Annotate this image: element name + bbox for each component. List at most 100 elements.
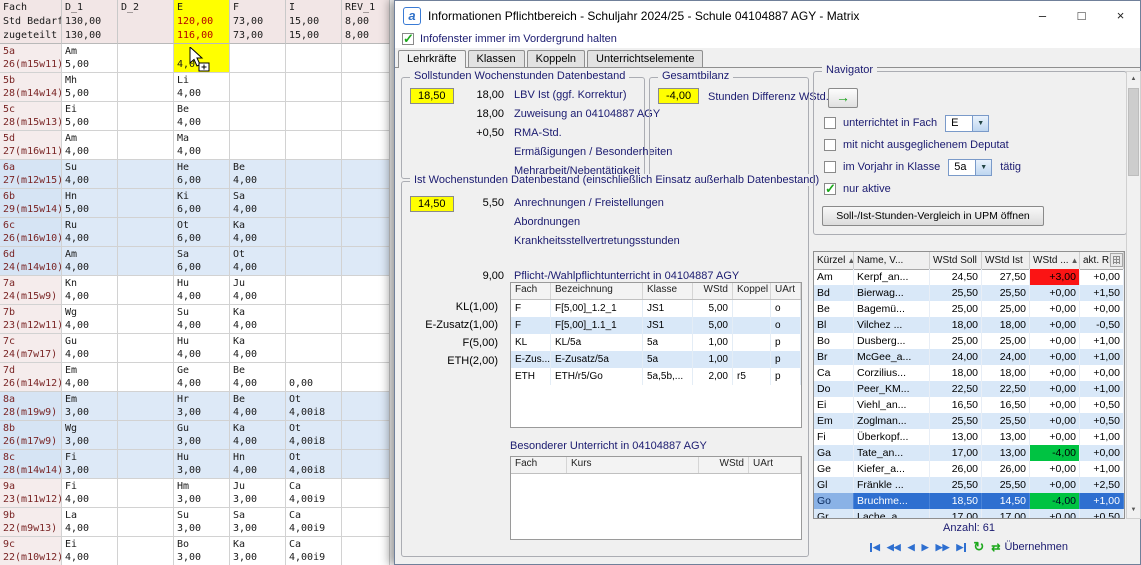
matrix-cell[interactable]: Hn 5,00	[62, 189, 118, 218]
matrix-cell[interactable]: Ju 3,00	[230, 479, 286, 508]
matrix-cell[interactable]	[286, 305, 342, 334]
teacher-row[interactable]: Bl Vilchez ... 18,00 18,00 +0,00 -0,50	[814, 317, 1124, 333]
teacher-row[interactable]: Em Zoglman... 25,50 25,50 +0,00 +0,50	[814, 413, 1124, 429]
always-on-top-checkbox[interactable]	[402, 33, 414, 45]
matrix-cell[interactable]	[342, 479, 390, 508]
matrix-cell[interactable]: Su 3,00	[174, 508, 230, 537]
matrix-cell[interactable]: Hu 4,00	[174, 334, 230, 363]
matrix-cell[interactable]	[118, 508, 174, 537]
filter-combobox[interactable]: 5a ▼	[948, 159, 992, 176]
unterricht-row[interactable]: F F[5,00]_1.2_1 JS1 5,00 o	[511, 300, 801, 317]
filter-combobox[interactable]: E ▼	[945, 115, 989, 132]
class-cell[interactable]: 7b 23(m12w11)	[0, 305, 62, 334]
class-cell[interactable]: 5a 26(m15w11)	[0, 44, 62, 73]
matrix-cell[interactable]: Hu 4,00	[174, 276, 230, 305]
matrix-cell[interactable]	[118, 160, 174, 189]
matrix-cell[interactable]: Wg 4,00	[62, 305, 118, 334]
unterricht-row[interactable]: E-Zus... E-Zusatz/5a 5a 1,00 p	[511, 351, 801, 368]
scroll-down-icon[interactable]: ▼	[1127, 503, 1140, 518]
teacher-row[interactable]: Ca Corzilius... 18,00 18,00 +0,00 +0,00	[814, 365, 1124, 381]
matrix-cell[interactable]	[342, 392, 390, 421]
matrix-cell[interactable]	[342, 44, 390, 73]
chevron-down-icon[interactable]: ▼	[975, 160, 991, 175]
next-record-button[interactable]: ▶	[922, 542, 929, 553]
column-header[interactable]: WStd Soll	[930, 252, 982, 269]
apply-button[interactable]: ⇄ Übernehmen	[991, 541, 1068, 554]
matrix-cell[interactable]: Ka 4,00	[230, 218, 286, 247]
teacher-row[interactable]: Ge Kiefer_a... 26,00 26,00 +0,00 +1,00	[814, 461, 1124, 477]
teacher-row[interactable]: Gr Lache_a... 17,00 17,00 +0,00 +0,50	[814, 509, 1124, 518]
matrix-cell[interactable]: Hr 3,00	[174, 392, 230, 421]
filter-checkbox[interactable]	[824, 139, 836, 151]
class-cell[interactable]: 9a 23(m11w12)	[0, 479, 62, 508]
matrix-cell[interactable]	[286, 44, 342, 73]
matrix-cell[interactable]: Hm 3,00	[174, 479, 230, 508]
scroll-thumb[interactable]	[1128, 88, 1139, 176]
tab[interactable]: Koppeln	[527, 50, 585, 67]
matrix-cell[interactable]: Ot 4,00i8	[286, 392, 342, 421]
matrix-cell[interactable]	[118, 73, 174, 102]
matrix-cell[interactable]	[286, 102, 342, 131]
matrix-cell[interactable]: Be 4,00	[230, 160, 286, 189]
matrix-cell[interactable]	[118, 305, 174, 334]
matrix-cell[interactable]	[118, 421, 174, 450]
matrix-cell[interactable]: Ca 4,00i9	[286, 537, 342, 565]
matrix-cell[interactable]	[118, 479, 174, 508]
matrix-cell[interactable]	[118, 189, 174, 218]
teacher-row[interactable]: Fi Überkopf... 13,00 13,00 +0,00 +1,00	[814, 429, 1124, 445]
scroll-up-icon[interactable]: ▲	[1127, 72, 1140, 87]
matrix-cell[interactable]: Sa 3,00	[230, 508, 286, 537]
matrix-cell[interactable]	[118, 247, 174, 276]
minimize-button[interactable]: –	[1023, 1, 1062, 30]
matrix-cell[interactable]	[342, 305, 390, 334]
class-cell[interactable]: 8c 28(m14w14)	[0, 450, 62, 479]
matrix-cell[interactable]: Hu 3,00	[174, 450, 230, 479]
tab[interactable]: Klassen	[468, 50, 525, 67]
matrix-cell[interactable]: Fi 3,00	[62, 450, 118, 479]
matrix-cell[interactable]: He 6,00	[174, 160, 230, 189]
matrix-cell[interactable]	[230, 131, 286, 160]
prev-record-button[interactable]: ◀	[908, 542, 915, 553]
class-cell[interactable]: 5c 28(m15w13)	[0, 102, 62, 131]
matrix-cell[interactable]: Ca 4,00i9	[286, 508, 342, 537]
matrix-cell[interactable]: Sa 4,00	[230, 189, 286, 218]
matrix-cell[interactable]: Ma 4,00	[174, 131, 230, 160]
class-cell[interactable]: 8b 26(m17w9)	[0, 421, 62, 450]
matrix-cell[interactable]	[118, 131, 174, 160]
matrix-cell[interactable]: Ot 4,00	[230, 247, 286, 276]
class-cell[interactable]: 6d 24(m14w10)	[0, 247, 62, 276]
matrix-cell[interactable]	[342, 537, 390, 565]
matrix-cell[interactable]: Ka 4,00	[230, 305, 286, 334]
matrix-cell[interactable]: Ki 6,00	[174, 189, 230, 218]
matrix-cell[interactable]: Fi 4,00	[62, 479, 118, 508]
matrix-cell[interactable]: Ka 4,00	[230, 334, 286, 363]
matrix-cell[interactable]	[118, 218, 174, 247]
column-header[interactable]: Name, V...	[854, 252, 930, 269]
matrix-cell[interactable]	[342, 160, 390, 189]
matrix-cell[interactable]	[286, 131, 342, 160]
filter-checkbox[interactable]	[824, 183, 836, 195]
teacher-row[interactable]: Br McGee_a... 24,00 24,00 +0,00 +1,00	[814, 349, 1124, 365]
class-cell[interactable]: 6c 26(m16w10)	[0, 218, 62, 247]
matrix-cell[interactable]	[286, 189, 342, 218]
matrix-cell[interactable]	[286, 160, 342, 189]
soll-ist-compare-button[interactable]: Soll-/Ist-Stunden-Vergleich in UPM öffne…	[822, 206, 1044, 226]
class-cell[interactable]: 7c 24(m7w17)	[0, 334, 62, 363]
matrix-cell[interactable]	[230, 44, 286, 73]
matrix-cell[interactable]	[118, 363, 174, 392]
matrix-cell[interactable]	[286, 247, 342, 276]
class-cell[interactable]: 6b 29(m15w14)	[0, 189, 62, 218]
matrix-cell[interactable]: 0,00	[286, 363, 342, 392]
tab[interactable]: Lehrkräfte	[398, 50, 466, 68]
matrix-cell[interactable]: Ei 5,00	[62, 102, 118, 131]
class-cell[interactable]: 7a 24(m15w9)	[0, 276, 62, 305]
teacher-row[interactable]: Ga Tate_an... 17,00 13,00 -4,00 +0,00	[814, 445, 1124, 461]
matrix-cell[interactable]	[342, 421, 390, 450]
teacher-row[interactable]: Bd Bierwag... 25,50 25,50 +0,00 +1,50	[814, 285, 1124, 301]
matrix-cell[interactable]: Ju 4,00	[230, 276, 286, 305]
fast-forward-button[interactable]: ▶▶	[936, 542, 950, 553]
matrix-cell[interactable]	[118, 450, 174, 479]
matrix-cell[interactable]: Ot 6,00	[174, 218, 230, 247]
matrix-cell[interactable]	[342, 73, 390, 102]
matrix-cell[interactable]: Ka 3,00	[230, 537, 286, 565]
